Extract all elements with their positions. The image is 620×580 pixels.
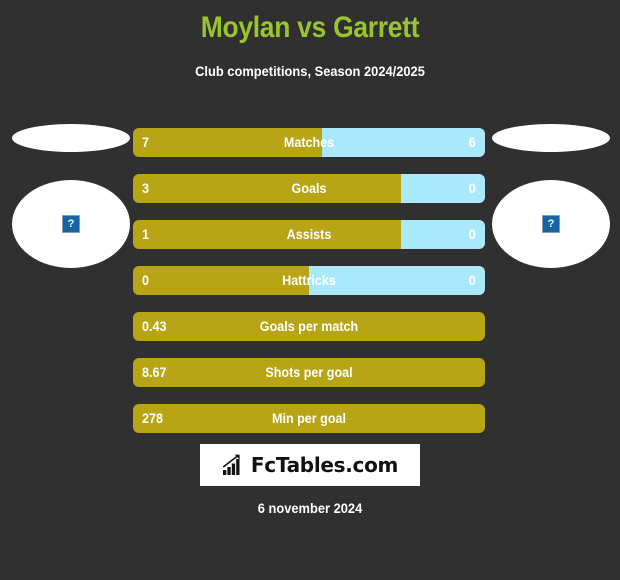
bar-chart-growth-icon xyxy=(222,454,240,475)
stat-value-away: 6 xyxy=(468,134,476,150)
stat-value-away: 0 xyxy=(468,272,476,288)
stat-label: Goals per match xyxy=(259,319,359,334)
report-date: 6 november 2024 xyxy=(257,500,363,516)
stat-label: Assists xyxy=(286,227,332,242)
fctables-logo-text: FcTables.com xyxy=(250,453,399,477)
stat-label: Goals xyxy=(291,181,327,196)
stat-bar-row: 8.67 Shots per goal xyxy=(133,358,485,387)
stat-bar-row: 278 Min per goal xyxy=(133,404,485,433)
stat-label: Min per goal xyxy=(272,411,346,426)
player-name-badge-home xyxy=(12,124,130,152)
fctables-logo[interactable]: FcTables.com xyxy=(200,444,420,486)
player-photo-away: ? xyxy=(492,180,610,268)
player-name-badge-away xyxy=(492,124,610,152)
stats-bar-list: 7 Matches 6 3 Goals 0 1 Assists 0 0 Hattricks 0 0.43… xyxy=(133,128,485,450)
page-subtitle: Club competitions, Season 2024/2025 xyxy=(195,63,425,79)
broken-image-icon: ? xyxy=(62,215,80,233)
stat-label: Matches xyxy=(283,135,335,150)
stat-bar-row: 0.43 Goals per match xyxy=(133,312,485,341)
page-title: Moylan vs Garrett xyxy=(200,11,420,44)
stat-label: Hattricks xyxy=(282,273,336,288)
stat-value-away: 0 xyxy=(468,180,476,196)
player-panel-home: ? xyxy=(6,118,134,268)
stats-comparison-card: Moylan vs Garrett Club competitions, Sea… xyxy=(0,0,620,580)
stat-bar-row: 1 Assists 0 xyxy=(133,220,485,249)
stat-bar-row: 3 Goals 0 xyxy=(133,174,485,203)
player-photo-home: ? xyxy=(12,180,130,268)
stat-bar-row: 0 Hattricks 0 xyxy=(133,266,485,295)
broken-image-icon: ? xyxy=(542,215,560,233)
stat-label: Shots per goal xyxy=(265,365,353,380)
stat-bar-row: 7 Matches 6 xyxy=(133,128,485,157)
stat-value-away: 0 xyxy=(468,226,476,242)
player-panel-away: ? xyxy=(486,118,614,268)
